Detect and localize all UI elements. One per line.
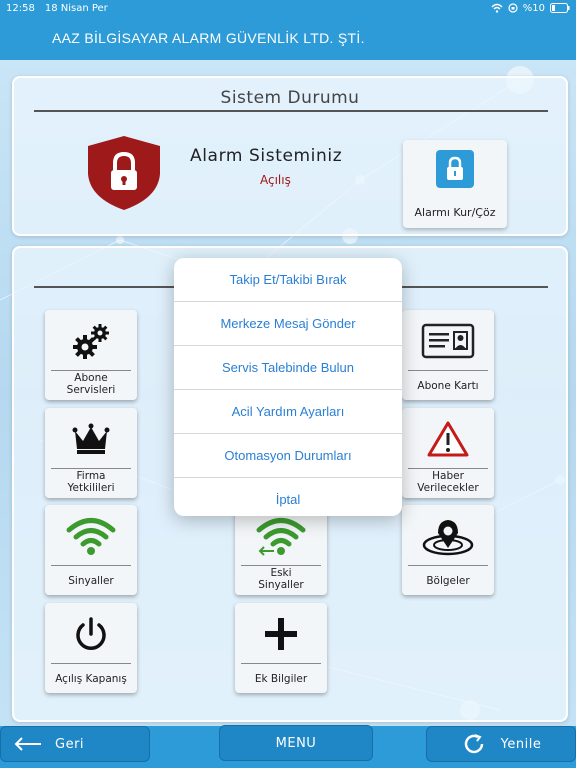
acilis-kapanis-tile[interactable]: Açılış Kapanış (45, 603, 137, 693)
arm-disarm-label: Alarmı Kur/Çöz (414, 206, 496, 219)
rotation-lock-icon (508, 3, 518, 13)
tile-label: Abone Kartı (417, 380, 479, 392)
action-popup-menu: Takip Et/Takibi Bırak Merkeze Mesaj Gönd… (174, 258, 402, 516)
tile-label: Açılış Kapanış (55, 673, 127, 685)
tile-label: Haber Verilecekler (417, 470, 479, 494)
lock-icon (436, 150, 474, 188)
menu-item-automation-status[interactable]: Otomasyon Durumları (174, 434, 402, 478)
refresh-icon (464, 734, 483, 754)
status-time: 12:58 (6, 2, 35, 14)
tile-label: Sinyaller (68, 575, 114, 587)
menu-item-emergency-settings[interactable]: Acil Yardım Ayarları (174, 390, 402, 434)
battery-percent: %10 (522, 2, 545, 14)
refresh-label: Yenile (500, 736, 542, 752)
alarm-title: Alarm Sisteminiz (190, 146, 343, 166)
menu-item-send-message[interactable]: Merkeze Mesaj Gönder (174, 302, 402, 346)
shield-lock-icon (88, 136, 160, 210)
tile-divider (51, 565, 131, 566)
tile-divider (241, 565, 321, 566)
tile-divider (51, 468, 131, 469)
id-card-icon (402, 316, 494, 366)
abone-servisleri-tile[interactable]: Abone Servisleri (45, 310, 137, 400)
status-date: 18 Nisan Per (44, 2, 108, 14)
tile-label: Ek Bilgiler (254, 673, 308, 685)
wifi-icon (491, 3, 503, 13)
power-icon (45, 609, 137, 659)
app-header: AAZ BİLGİSAYAR ALARM GÜVENLİK LTD. ŞTİ. (0, 16, 576, 60)
arrow-left-icon (14, 737, 41, 751)
arm-disarm-button[interactable]: Alarmı Kur/Çöz (403, 140, 507, 228)
alarm-status: Açılış (260, 173, 291, 187)
tile-label: Firma Yetkilileri (67, 470, 115, 494)
ek-bilgiler-tile[interactable]: Ek Bilgiler (235, 603, 327, 693)
menu-item-follow[interactable]: Takip Et/Takibi Bırak (174, 258, 402, 302)
status-bar: 12:58 18 Nisan Per %10 (0, 0, 576, 16)
divider (34, 110, 548, 112)
tile-label: Bölgeler (426, 575, 470, 587)
firma-yetkilileri-tile[interactable]: Firma Yetkilileri (45, 408, 137, 498)
tile-divider (241, 663, 321, 664)
crown-icon (45, 414, 137, 464)
menu-item-cancel[interactable]: İptal (174, 478, 402, 516)
tile-divider (51, 663, 131, 664)
battery-icon (550, 3, 570, 13)
menu-label: MENU (275, 735, 317, 751)
tile-label: Eski Sinyaller (258, 567, 304, 591)
menu-button[interactable]: MENU (219, 725, 373, 761)
haber-verilecekler-tile[interactable]: Haber Verilecekler (402, 408, 494, 498)
company-title: AAZ BİLGİSAYAR ALARM GÜVENLİK LTD. ŞTİ. (52, 30, 365, 46)
tile-divider (408, 370, 488, 371)
tile-divider (408, 468, 488, 469)
abone-karti-tile[interactable]: Abone Kartı (402, 310, 494, 400)
wifi-signal-icon (45, 511, 137, 561)
plus-icon (235, 609, 327, 659)
menu-item-service-request[interactable]: Servis Talebinde Bulun (174, 346, 402, 390)
eski-sinyaller-tile[interactable]: Eski Sinyaller (235, 505, 327, 595)
warning-icon (402, 414, 494, 464)
tile-label: Abone Servisleri (66, 372, 116, 396)
sinyaller-tile[interactable]: Sinyaller (45, 505, 137, 595)
refresh-button[interactable]: Yenile (426, 726, 576, 762)
location-pin-icon (402, 511, 494, 561)
gears-icon (45, 316, 137, 366)
signal-history-icon (235, 511, 327, 561)
panel-title: Sistem Durumu (220, 88, 360, 108)
tile-divider (408, 565, 488, 566)
bolgeler-tile[interactable]: Bölgeler (402, 505, 494, 595)
tile-divider (51, 370, 131, 371)
back-label: Geri (55, 736, 85, 752)
back-button[interactable]: Geri (0, 726, 150, 762)
